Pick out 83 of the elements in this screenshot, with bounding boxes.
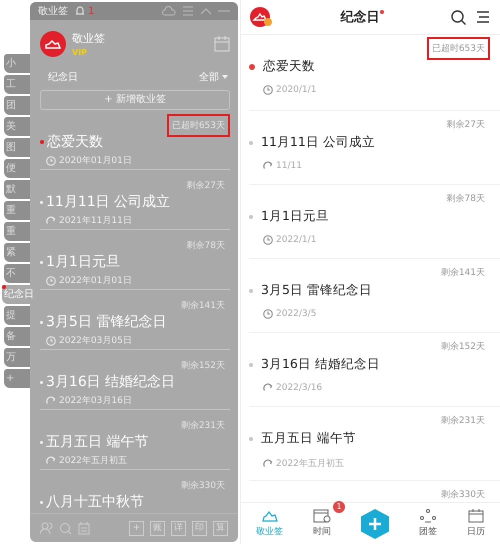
menu-icon[interactable] [476,11,490,23]
side-tab[interactable]: 重 [4,222,30,241]
calendar-icon [468,509,484,523]
side-tab[interactable]: 工 [4,75,30,94]
item-title[interactable]: 1月1日元旦 [261,208,329,225]
status-text: 剩余231天 [180,420,226,433]
status-text: 剩余141天 [440,266,486,280]
item-title[interactable]: 恋爱天数 [47,133,103,151]
status-text: 剩余27天 [186,180,226,193]
team-icon [419,509,437,523]
status-text: 剩余27天 [446,118,486,132]
nav-tab[interactable]: 团签 [415,507,441,540]
side-tab[interactable]: 备 [4,327,30,346]
item-title[interactable]: 八月十五中秋节 [46,493,144,511]
status-text: 已超时653天 [166,114,230,137]
side-tab[interactable]: 图 [4,138,30,157]
side-tab[interactable]: 小 [4,54,30,73]
item-date: 2022/1/1 [276,235,316,245]
item-date: 2020年01月01日 [59,154,132,167]
collapse-icon[interactable] [200,7,212,15]
item-date: 2022/3/5 [276,309,316,319]
caret-icon[interactable] [222,75,228,79]
user-name: 敬业签 [72,31,105,46]
item-date: 2022/3/16 [276,383,322,393]
window-title: 敬业签 [38,4,68,18]
side-tab[interactable]: 不 [4,264,30,283]
status-text: 已超时653天 [426,37,490,60]
item-title[interactable]: 五月五日 端午节 [46,433,148,451]
status-text: 剩余78天 [186,240,226,253]
nav-tab[interactable]: 敬业签 [252,507,287,540]
status-text: 剩余231天 [440,414,486,428]
logo-icon [40,31,66,57]
item-title[interactable]: 11月11日 公司成立 [261,134,375,151]
minimize-icon[interactable] [218,10,230,12]
status-text: 剩余330天 [440,488,486,502]
item-date: 2022年五月初五 [276,458,344,470]
new-note-button[interactable]: + 新增敬业签 [40,90,230,110]
contacts-icon[interactable] [40,522,53,534]
item-title[interactable]: 恋爱天数 [263,58,315,75]
bell-icon[interactable] [74,5,86,17]
item-date: 2022年03月16日 [59,394,132,407]
item-title[interactable]: 3月16日 结婚纪念日 [261,356,380,373]
side-tab[interactable]: 提 [4,306,30,325]
item-date: 2022年03月05日 [59,334,132,347]
notification-badge: 1 [333,501,345,513]
note-icon[interactable] [78,522,90,534]
add-button[interactable] [361,508,389,538]
side-tab[interactable]: 美 [4,117,30,136]
nav-tab[interactable]: 日历 [463,507,489,540]
logo-icon[interactable] [249,6,273,28]
toolbar-button[interactable]: + [129,520,144,536]
side-tab[interactable]: 万 [4,348,30,367]
item-title[interactable]: 11月11日 公司成立 [46,193,170,211]
side-tab[interactable]: 默 [4,180,30,199]
side-tab[interactable]: 团 [4,96,30,115]
status-text: 剩余330天 [180,480,226,493]
section-title: 纪念日 [48,71,78,84]
status-text: 剩余152天 [440,340,486,354]
calendar-icon[interactable] [214,36,230,52]
item-date: 2022年五月初五 [59,454,127,467]
item-title[interactable]: 3月5日 雷锋纪念日 [46,313,166,331]
item-date: 2020/1/1 [276,85,316,95]
filter-dropdown[interactable]: 全部 [199,70,219,84]
item-date: 2022年01月01日 [59,274,132,287]
item-title[interactable]: 五月五日 端午节 [261,430,356,447]
item-date: 2021年11月11日 [59,214,132,227]
side-tab[interactable]: 重 [4,201,30,220]
side-tab[interactable]: 便 [4,159,30,178]
side-tab[interactable]: 紧 [4,243,30,262]
notification-count: 1 [88,6,94,16]
page-title: 纪念日 [340,9,380,26]
search-icon[interactable] [451,10,466,24]
item-title[interactable]: 3月5日 雷锋纪念日 [261,282,372,299]
status-text: 剩余152天 [180,360,226,373]
vip-label: VIP [72,48,88,57]
item-date: 11/11 [276,161,302,171]
item-title[interactable]: 3月16日 结婚纪念日 [46,373,176,391]
item-title[interactable]: 1月1日元旦 [46,253,120,271]
calendar-clock-icon [313,509,331,523]
status-text: 剩余78天 [446,192,486,206]
status-text: 剩余141天 [180,300,226,313]
side-tab[interactable]: + [4,369,30,388]
nav-tab[interactable]: 时间 [309,507,335,540]
